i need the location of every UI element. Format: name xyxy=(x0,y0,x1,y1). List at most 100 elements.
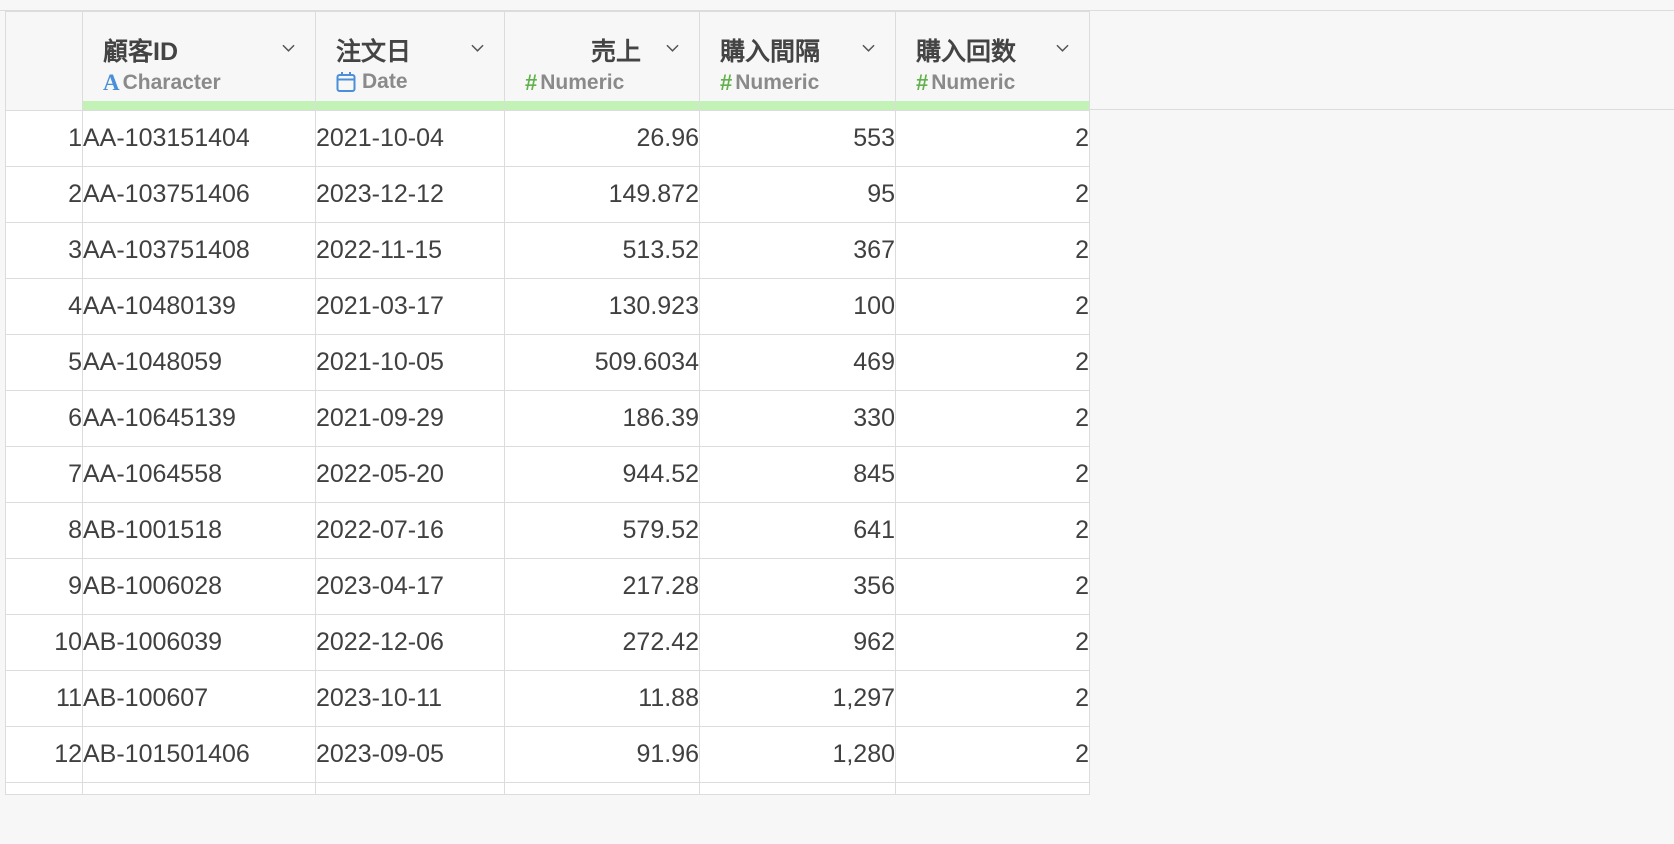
cell-order-date[interactable]: 2022-12-06 xyxy=(315,614,505,671)
chevron-down-icon[interactable] xyxy=(282,42,295,55)
cell-order-date[interactable]: 2021-10-04 xyxy=(315,110,505,167)
cell-sales[interactable]: 11.88 xyxy=(504,670,700,727)
cell-order-date[interactable]: 2023-09-05 xyxy=(315,726,505,783)
column-header-customer-id[interactable]: 顧客ID A Character xyxy=(82,11,316,111)
column-type: # Numeric xyxy=(525,70,624,96)
cell-purchase-interval[interactable]: 641 xyxy=(699,502,896,559)
cell-purchase-count[interactable] xyxy=(895,782,1090,795)
cell-sales[interactable]: 217.28 xyxy=(504,558,700,615)
cell-purchase-count[interactable]: 2 xyxy=(895,222,1090,279)
table-row[interactable]: 11 AB-100607 2023-10-11 11.88 1,297 2 xyxy=(5,670,1090,727)
column-header-purchase-interval[interactable]: 購入間隔 # Numeric xyxy=(699,11,896,111)
cell-purchase-count[interactable]: 2 xyxy=(895,614,1090,671)
column-type: # Numeric xyxy=(916,70,1015,96)
cell-purchase-interval[interactable]: 356 xyxy=(699,558,896,615)
cell-purchase-count[interactable]: 2 xyxy=(895,502,1090,559)
cell-purchase-count[interactable]: 2 xyxy=(895,110,1090,167)
cell-customer-id[interactable]: AA-1048059 xyxy=(82,334,316,391)
column-quality-bar xyxy=(700,101,895,110)
cell-purchase-count[interactable]: 2 xyxy=(895,334,1090,391)
cell-customer-id[interactable]: AA-10480139 xyxy=(82,278,316,335)
cell-customer-id[interactable]: AB-1001518 xyxy=(82,502,316,559)
cell-customer-id[interactable]: AA-103751406 xyxy=(82,166,316,223)
cell-order-date[interactable]: 2023-12-12 xyxy=(315,166,505,223)
chevron-down-icon[interactable] xyxy=(1056,42,1069,55)
cell-purchase-interval[interactable]: 469 xyxy=(699,334,896,391)
cell-purchase-interval[interactable]: 1,297 xyxy=(699,670,896,727)
cell-purchase-count[interactable]: 2 xyxy=(895,446,1090,503)
cell-order-date[interactable]: 2022-11-15 xyxy=(315,222,505,279)
table-row[interactable]: 6 AA-10645139 2021-09-29 186.39 330 2 xyxy=(5,390,1090,447)
cell-purchase-count[interactable]: 2 xyxy=(895,166,1090,223)
cell-customer-id[interactable]: AB-1006039 xyxy=(82,614,316,671)
cell-purchase-interval[interactable] xyxy=(699,782,896,795)
cell-sales[interactable] xyxy=(504,782,700,795)
cell-customer-id[interactable]: AA-10645139 xyxy=(82,390,316,447)
cell-purchase-count[interactable]: 2 xyxy=(895,390,1090,447)
table-row[interactable]: 1 AA-103151404 2021-10-04 26.96 553 2 xyxy=(5,110,1090,167)
table-row[interactable]: 8 AB-1001518 2022-07-16 579.52 641 2 xyxy=(5,502,1090,559)
cell-purchase-interval[interactable]: 962 xyxy=(699,614,896,671)
column-header-sales[interactable]: 売上 # Numeric xyxy=(504,11,700,111)
cell-customer-id[interactable]: AA-103151404 xyxy=(82,110,316,167)
cell-customer-id[interactable]: AA-1064558 xyxy=(82,446,316,503)
cell-customer-id[interactable]: AB-1006028 xyxy=(82,558,316,615)
cell-order-date[interactable]: 2021-09-29 xyxy=(315,390,505,447)
table-row-partial[interactable] xyxy=(5,782,1090,795)
cell-sales[interactable]: 130.923 xyxy=(504,278,700,335)
cell-purchase-interval[interactable]: 1,280 xyxy=(699,726,896,783)
cell-sales[interactable]: 509.6034 xyxy=(504,334,700,391)
table-row[interactable]: 7 AA-1064558 2022-05-20 944.52 845 2 xyxy=(5,446,1090,503)
row-number: 10 xyxy=(5,614,83,671)
chevron-down-icon[interactable] xyxy=(666,42,679,55)
table-row[interactable]: 4 AA-10480139 2021-03-17 130.923 100 2 xyxy=(5,278,1090,335)
column-header-purchase-count[interactable]: 購入回数 # Numeric xyxy=(895,11,1090,111)
row-number: 9 xyxy=(5,558,83,615)
column-type-label: Character xyxy=(122,71,221,94)
column-type: A Character xyxy=(103,70,221,96)
chevron-down-icon[interactable] xyxy=(862,42,875,55)
cell-order-date[interactable] xyxy=(315,782,505,795)
cell-order-date[interactable]: 2022-07-16 xyxy=(315,502,505,559)
cell-customer-id[interactable] xyxy=(82,782,316,795)
table-row[interactable]: 12 AB-101501406 2023-09-05 91.96 1,280 2 xyxy=(5,726,1090,783)
data-grid: 顧客ID A Character 注文日 Date 売上 # Numeric 購… xyxy=(0,0,1674,844)
table-row[interactable]: 10 AB-1006039 2022-12-06 272.42 962 2 xyxy=(5,614,1090,671)
cell-sales[interactable]: 91.96 xyxy=(504,726,700,783)
cell-purchase-count[interactable]: 2 xyxy=(895,726,1090,783)
column-quality-bar xyxy=(316,101,504,110)
table-row[interactable]: 9 AB-1006028 2023-04-17 217.28 356 2 xyxy=(5,558,1090,615)
cell-sales[interactable]: 513.52 xyxy=(504,222,700,279)
cell-purchase-interval[interactable]: 553 xyxy=(699,110,896,167)
cell-order-date[interactable]: 2023-10-11 xyxy=(315,670,505,727)
table-row[interactable]: 2 AA-103751406 2023-12-12 149.872 95 2 xyxy=(5,166,1090,223)
cell-purchase-interval[interactable]: 845 xyxy=(699,446,896,503)
table-row[interactable]: 5 AA-1048059 2021-10-05 509.6034 469 2 xyxy=(5,334,1090,391)
cell-purchase-count[interactable]: 2 xyxy=(895,558,1090,615)
cell-purchase-interval[interactable]: 367 xyxy=(699,222,896,279)
column-type: Date xyxy=(336,70,408,94)
cell-order-date[interactable]: 2022-05-20 xyxy=(315,446,505,503)
cell-purchase-interval[interactable]: 100 xyxy=(699,278,896,335)
cell-purchase-count[interactable]: 2 xyxy=(895,278,1090,335)
row-number: 11 xyxy=(5,670,83,727)
cell-sales[interactable]: 26.96 xyxy=(504,110,700,167)
chevron-down-icon[interactable] xyxy=(471,42,484,55)
cell-sales[interactable]: 149.872 xyxy=(504,166,700,223)
column-header-order-date[interactable]: 注文日 Date xyxy=(315,11,505,111)
cell-order-date[interactable]: 2021-03-17 xyxy=(315,278,505,335)
cell-customer-id[interactable]: AA-103751408 xyxy=(82,222,316,279)
cell-sales[interactable]: 944.52 xyxy=(504,446,700,503)
cell-customer-id[interactable]: AB-101501406 xyxy=(82,726,316,783)
cell-sales[interactable]: 272.42 xyxy=(504,614,700,671)
cell-purchase-interval[interactable]: 330 xyxy=(699,390,896,447)
table-row[interactable]: 3 AA-103751408 2022-11-15 513.52 367 2 xyxy=(5,222,1090,279)
cell-sales[interactable]: 579.52 xyxy=(504,502,700,559)
cell-sales[interactable]: 186.39 xyxy=(504,390,700,447)
row-number: 1 xyxy=(5,110,83,167)
cell-customer-id[interactable]: AB-100607 xyxy=(82,670,316,727)
cell-order-date[interactable]: 2023-04-17 xyxy=(315,558,505,615)
cell-purchase-interval[interactable]: 95 xyxy=(699,166,896,223)
cell-purchase-count[interactable]: 2 xyxy=(895,670,1090,727)
cell-order-date[interactable]: 2021-10-05 xyxy=(315,334,505,391)
